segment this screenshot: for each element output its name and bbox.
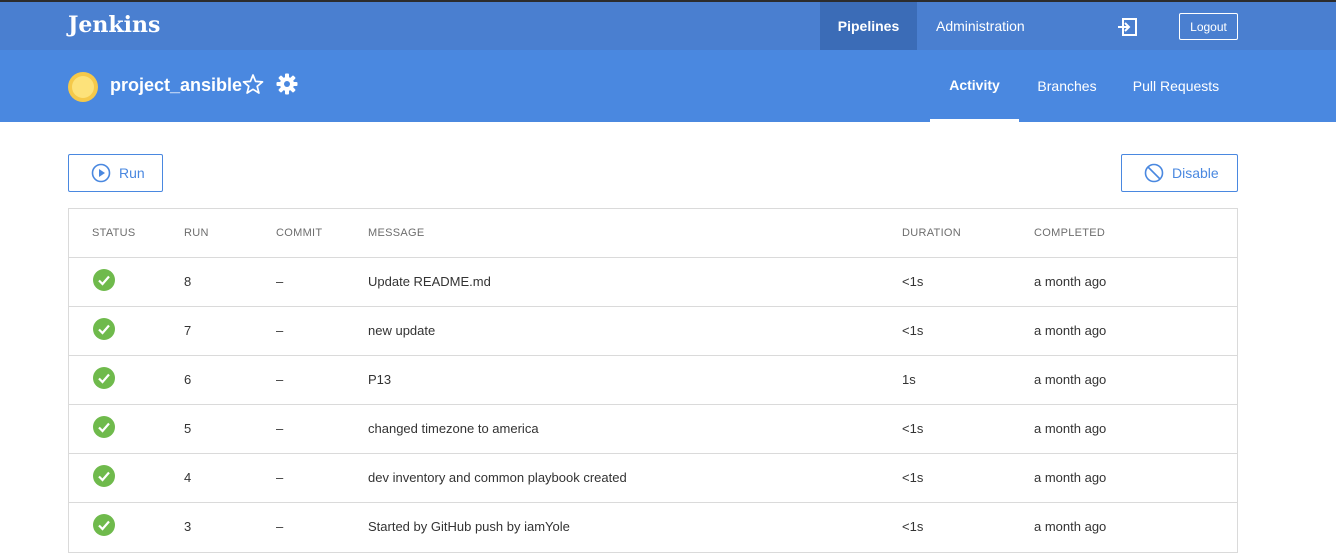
- table-header: STATUS RUN COMMIT MESSAGE DURATION COMPL…: [69, 209, 1237, 258]
- top-navbar: Jenkins Pipelines Administration Logout: [0, 0, 1336, 50]
- header-commit: COMMIT: [276, 227, 323, 239]
- commit-message: dev inventory and common playbook create…: [368, 470, 627, 485]
- commit-hash: –: [276, 323, 284, 338]
- jenkins-logo[interactable]: Jenkins: [68, 12, 160, 38]
- logout-button[interactable]: Logout: [1179, 13, 1238, 40]
- table-row[interactable]: 8 – Update README.md <1s a month ago: [69, 258, 1237, 307]
- duration: <1s: [902, 421, 924, 436]
- commit-message: Update README.md: [368, 274, 491, 289]
- completed-time: a month ago: [1034, 323, 1107, 338]
- commit-hash: –: [276, 470, 284, 485]
- duration: 1s: [902, 372, 916, 387]
- completed-time: a month ago: [1034, 519, 1107, 534]
- table-row[interactable]: 3 – Started by GitHub push by iamYole <1…: [69, 503, 1237, 552]
- commit-hash: –: [276, 421, 284, 436]
- disable-button-label: Disable: [1172, 165, 1219, 181]
- star-icon[interactable]: [242, 73, 264, 95]
- duration: <1s: [902, 519, 924, 534]
- table-row[interactable]: 5 – changed timezone to america <1s a mo…: [69, 405, 1237, 454]
- header-run: RUN: [184, 227, 209, 239]
- run-number: 3: [184, 519, 192, 534]
- commit-message: Started by GitHub push by iamYole: [368, 519, 570, 534]
- commit-hash: –: [276, 519, 284, 534]
- duration: <1s: [902, 274, 924, 289]
- login-icon[interactable]: [1117, 16, 1139, 38]
- completed-time: a month ago: [1034, 372, 1107, 387]
- run-number: 5: [184, 421, 192, 436]
- success-check-icon: [93, 465, 115, 487]
- play-circle-icon: [91, 163, 111, 183]
- success-check-icon: [93, 318, 115, 340]
- nav-pipelines[interactable]: Pipelines: [820, 2, 917, 50]
- tab-pull-requests[interactable]: Pull Requests: [1121, 50, 1231, 122]
- header-status: STATUS: [92, 227, 136, 239]
- commit-message: new update: [368, 323, 436, 338]
- duration: <1s: [902, 323, 924, 338]
- project-title[interactable]: project_ansible: [110, 75, 242, 96]
- run-button-label: Run: [119, 165, 145, 181]
- activity-table: STATUS RUN COMMIT MESSAGE DURATION COMPL…: [68, 208, 1238, 553]
- completed-time: a month ago: [1034, 274, 1107, 289]
- project-header: project_ansible Activity Branches Pull R…: [0, 50, 1336, 122]
- tab-branches[interactable]: Branches: [1027, 50, 1107, 122]
- table-row[interactable]: 4 – dev inventory and common playbook cr…: [69, 454, 1237, 503]
- header-message: MESSAGE: [368, 227, 425, 239]
- table-row[interactable]: 6 – P13 1s a month ago: [69, 356, 1237, 405]
- run-number: 7: [184, 323, 192, 338]
- commit-hash: –: [276, 274, 284, 289]
- gear-icon[interactable]: [276, 73, 298, 95]
- commit-hash: –: [276, 372, 284, 387]
- tab-activity[interactable]: Activity: [930, 50, 1019, 122]
- sunny-weather-icon: [68, 72, 98, 102]
- commit-message: P13: [368, 372, 392, 387]
- success-check-icon: [93, 367, 115, 389]
- header-duration: DURATION: [902, 227, 962, 239]
- ban-icon: [1144, 163, 1164, 183]
- commit-message: changed timezone to america: [368, 421, 539, 436]
- run-number: 4: [184, 470, 192, 485]
- run-number: 8: [184, 274, 192, 289]
- header-completed: COMPLETED: [1034, 227, 1106, 239]
- table-row[interactable]: 7 – new update <1s a month ago: [69, 307, 1237, 356]
- success-check-icon: [93, 514, 115, 536]
- success-check-icon: [93, 416, 115, 438]
- completed-time: a month ago: [1034, 470, 1107, 485]
- run-button[interactable]: Run: [68, 154, 163, 192]
- success-check-icon: [93, 269, 115, 291]
- nav-administration[interactable]: Administration: [936, 2, 1025, 50]
- disable-button[interactable]: Disable: [1121, 154, 1238, 192]
- completed-time: a month ago: [1034, 421, 1107, 436]
- duration: <1s: [902, 470, 924, 485]
- run-number: 6: [184, 372, 192, 387]
